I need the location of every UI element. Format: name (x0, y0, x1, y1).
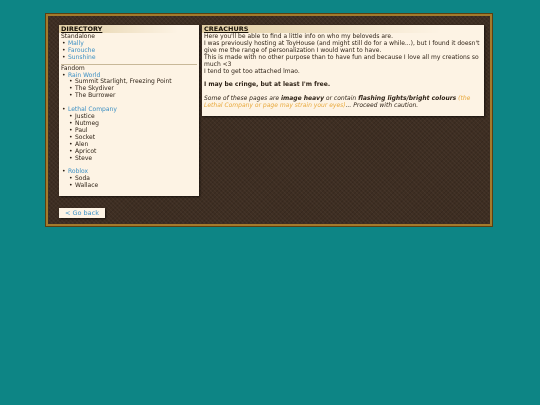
cringe-line: I may be cringe, but at least I'm free. (204, 81, 331, 89)
list-item: Wallace (61, 182, 197, 190)
lethal-company-item: Steve (75, 154, 93, 162)
roblox-list: Soda Wallace (61, 175, 197, 190)
go-back-button[interactable]: < Go back (59, 208, 105, 218)
list-item[interactable]: Sunshine (61, 54, 197, 62)
lethal-company-list: Justice Nutmeg Paul Socket Alen Apricot … (61, 113, 197, 163)
directory-panel: DIRECTORY Standalone Mally Farouche Suns… (59, 25, 199, 196)
intro-line: I tend to get too attached lmao. (204, 67, 300, 75)
link-sunshine[interactable]: Sunshine (68, 54, 96, 61)
intro-line: This is made with no other purpose than … (204, 53, 479, 68)
creachurs-body: Here you'll be able to find a little inf… (202, 33, 484, 111)
directory-title: DIRECTORY (59, 25, 199, 33)
rain-world-list: Summit Starlight, Freezing Point The Sky… (61, 78, 197, 100)
roblox-item: Wallace (75, 182, 99, 190)
warning-part: ... Proceed with caution. (345, 102, 419, 110)
creachurs-title: CREACHURS (202, 25, 484, 33)
creachurs-panel: CREACHURS Here you'll be able to find a … (202, 25, 484, 116)
warning-text: Some of these pages are image heavy or c… (204, 95, 482, 110)
rain-world-item: The Burrower (75, 92, 116, 100)
list-item: The Burrower (61, 92, 197, 100)
main-frame: DIRECTORY Standalone Mally Farouche Suns… (45, 13, 493, 227)
intro-line: I was previously hosting at ToyHouse (an… (204, 39, 480, 54)
directory-body: Standalone Mally Farouche Sunshine Fando… (59, 33, 199, 191)
standalone-list: Mally Farouche Sunshine (61, 40, 197, 62)
list-item: Steve (61, 154, 197, 163)
